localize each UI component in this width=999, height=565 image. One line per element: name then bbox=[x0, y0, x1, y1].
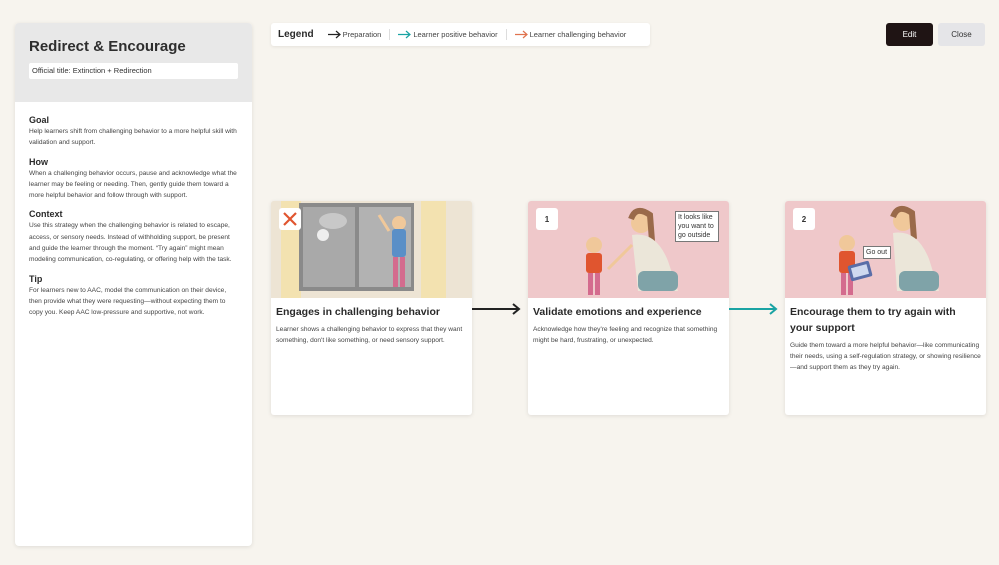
official-title-field: Official title: Extinction + Redirection bbox=[29, 63, 238, 79]
step-card-validate[interactable]: 1 It looks like you want to go outside V… bbox=[528, 201, 729, 415]
speech-bubble: It looks like you want to go outside bbox=[675, 211, 719, 242]
context-section: Context Use this strategy when the chall… bbox=[29, 209, 238, 265]
arrow-right-icon bbox=[514, 30, 528, 39]
section-text: Use this strategy when the challenging b… bbox=[29, 222, 232, 264]
legend: Legend Preparation Learner positive beha… bbox=[271, 23, 650, 46]
card-illustration: 2 Go out bbox=[785, 201, 986, 298]
goal-section: Goal Help learners shift from challengin… bbox=[29, 115, 238, 149]
strategy-panel: Redirect & Encourage Official title: Ext… bbox=[15, 23, 252, 546]
step-number-badge: 2 bbox=[793, 208, 815, 230]
strategy-title: Redirect & Encourage bbox=[29, 38, 186, 55]
section-text: Help learners shift from challenging beh… bbox=[29, 128, 237, 147]
arrow-positive bbox=[729, 303, 778, 315]
card-description: Guide them toward a more helpful behavio… bbox=[790, 342, 981, 372]
challenging-badge bbox=[279, 208, 301, 230]
legend-item-positive: Learner positive behavior bbox=[398, 30, 498, 39]
speech-bubble: Go out bbox=[863, 246, 891, 259]
legend-item-preparation: Preparation bbox=[327, 30, 382, 39]
how-section: How When a challenging behavior occurs, … bbox=[29, 157, 238, 202]
arrow-right-icon bbox=[398, 30, 412, 39]
section-heading: Goal bbox=[29, 115, 50, 125]
legend-title: Legend bbox=[278, 29, 314, 40]
tip-section: Tip For learners new to AAC, model the c… bbox=[29, 274, 238, 319]
card-description: Acknowledge how they're feeling and reco… bbox=[533, 326, 718, 345]
step-card-encourage[interactable]: 2 Go out Encourage them to try again wit… bbox=[785, 201, 986, 415]
card-title: Encourage them to try again with your su… bbox=[790, 306, 956, 334]
legend-divider bbox=[505, 29, 507, 40]
edit-button[interactable]: Edit bbox=[886, 23, 933, 46]
legend-item-challenging: Learner challenging behavior bbox=[514, 30, 627, 39]
section-text: For learners new to AAC, model the commu… bbox=[29, 286, 227, 317]
legend-divider bbox=[389, 29, 391, 40]
section-heading: Tip bbox=[29, 273, 43, 284]
step-number-badge: 1 bbox=[536, 208, 558, 230]
arrow-preparation bbox=[472, 303, 521, 315]
card-illustration bbox=[271, 201, 472, 298]
section-text: When a challenging behavior occurs, paus… bbox=[29, 169, 237, 200]
card-title: Engages in challenging behavior bbox=[276, 306, 440, 318]
card-description: Learner shows a challenging behavior to … bbox=[276, 326, 463, 345]
arrow-right-icon bbox=[327, 30, 341, 39]
child-at-window-illustration bbox=[271, 201, 472, 298]
close-button[interactable]: Close bbox=[938, 23, 985, 46]
section-heading: How bbox=[29, 156, 48, 167]
step-card-challenging[interactable]: Engages in challenging behavior Learner … bbox=[271, 201, 472, 415]
card-title: Validate emotions and experience bbox=[533, 306, 702, 318]
panel-header: Redirect & Encourage Official title: Ext… bbox=[15, 23, 252, 102]
legend-label: Learner positive behavior bbox=[413, 30, 498, 39]
legend-label: Preparation bbox=[342, 30, 382, 39]
legend-label: Learner challenging behavior bbox=[529, 30, 627, 39]
card-illustration: 1 It looks like you want to go outside bbox=[528, 201, 729, 298]
panel-body: Goal Help learners shift from challengin… bbox=[15, 102, 252, 319]
x-icon bbox=[283, 212, 297, 226]
section-heading: Context bbox=[29, 209, 63, 220]
